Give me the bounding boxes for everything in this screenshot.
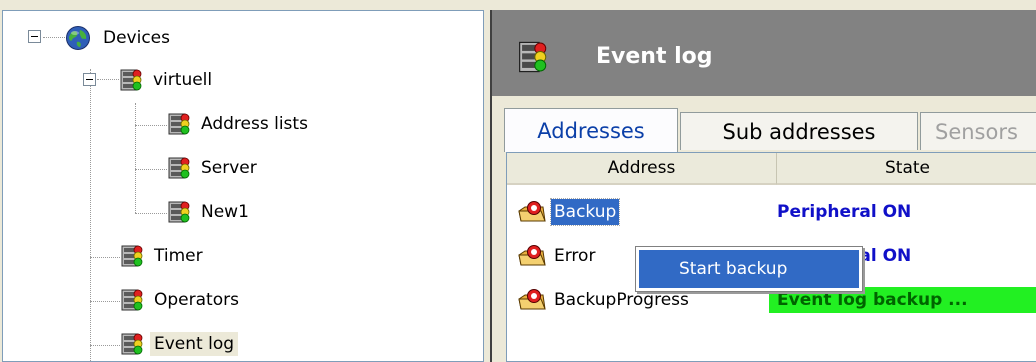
tree-node-label-selected: Event log	[150, 332, 239, 356]
column-header-label: Address	[607, 158, 676, 178]
tree-node-operators[interactable]: Operators	[120, 285, 243, 315]
tree-node-virtuell[interactable]: virtuell	[119, 65, 216, 95]
context-menu: Start backup	[635, 246, 863, 292]
server-icon	[121, 333, 143, 355]
tab-label: Sensors	[935, 119, 1018, 144]
tree-node-label: Timer	[154, 246, 203, 266]
tree-guide-line	[90, 69, 91, 361]
detail-pane: Event log Addresses Sub addresses Sensor…	[490, 10, 1036, 362]
tree-guide-line	[135, 213, 167, 214]
tree-node-label: Operators	[154, 290, 239, 310]
server-icon	[168, 113, 190, 135]
tab-addresses[interactable]: Addresses	[504, 108, 678, 152]
window-top-strip	[0, 0, 1036, 10]
folder-alarm-icon	[518, 245, 546, 266]
list-row[interactable]: Backup Peripheral ON	[507, 193, 1036, 233]
server-icon	[168, 157, 190, 179]
folder-alarm-icon	[518, 201, 546, 222]
server-icon	[121, 289, 143, 311]
tab-label: Addresses	[537, 118, 645, 143]
tree-guide-line	[90, 301, 120, 302]
server-icon	[120, 69, 142, 91]
panel-title: Event log	[596, 44, 713, 69]
tree-guide-line	[97, 79, 119, 80]
collapse-virtuell-toggle[interactable]	[83, 73, 96, 86]
start-backup-menu-item[interactable]: Start backup	[639, 250, 859, 288]
tree-guide-line	[90, 257, 120, 258]
tree-node-new1[interactable]: New1	[167, 197, 253, 227]
tree-guide-line	[135, 169, 167, 170]
column-header-address[interactable]: Address	[507, 153, 777, 185]
tab-sensors[interactable]: Sensors	[920, 112, 1036, 150]
column-header-state[interactable]: State	[777, 153, 1036, 185]
tab-sub-addresses[interactable]: Sub addresses	[680, 112, 918, 150]
device-tree[interactable]: Devices virtuell Address lists Server Ne…	[2, 10, 484, 362]
address-cell: Backup	[549, 198, 621, 226]
server-icon	[168, 201, 190, 223]
panel-header: Event log	[492, 10, 1036, 96]
menu-item-label: Start backup	[679, 259, 788, 279]
tree-guide-line	[135, 125, 167, 126]
globe-icon	[66, 26, 90, 50]
tree-node-label: virtuell	[153, 70, 213, 90]
column-header-label: State	[885, 158, 930, 178]
state-cell: Peripheral ON	[777, 202, 912, 222]
tree-node-label: Devices	[103, 28, 170, 48]
server-icon	[121, 245, 143, 267]
tree-guide-line	[135, 103, 136, 213]
tab-label: Sub addresses	[722, 119, 876, 144]
server-icon	[519, 41, 547, 73]
tree-node-label: New1	[201, 202, 249, 222]
tree-node-address-lists[interactable]: Address lists	[167, 109, 312, 139]
address-cell: Error	[554, 246, 596, 266]
tree-guide-line	[43, 37, 65, 38]
tree-node-devices[interactable]: Devices	[65, 23, 174, 53]
tree-node-label: Address lists	[201, 114, 308, 134]
tree-node-label: Server	[201, 158, 257, 178]
tree-guide-line	[90, 345, 120, 346]
tab-strip: Addresses Sub addresses Sensors	[492, 106, 1036, 158]
tree-node-timer[interactable]: Timer	[120, 241, 207, 271]
folder-alarm-icon	[518, 289, 546, 310]
tree-node-server[interactable]: Server	[167, 153, 261, 183]
collapse-devices-toggle[interactable]	[28, 30, 41, 43]
tree-node-event-log[interactable]: Event log	[120, 329, 239, 359]
